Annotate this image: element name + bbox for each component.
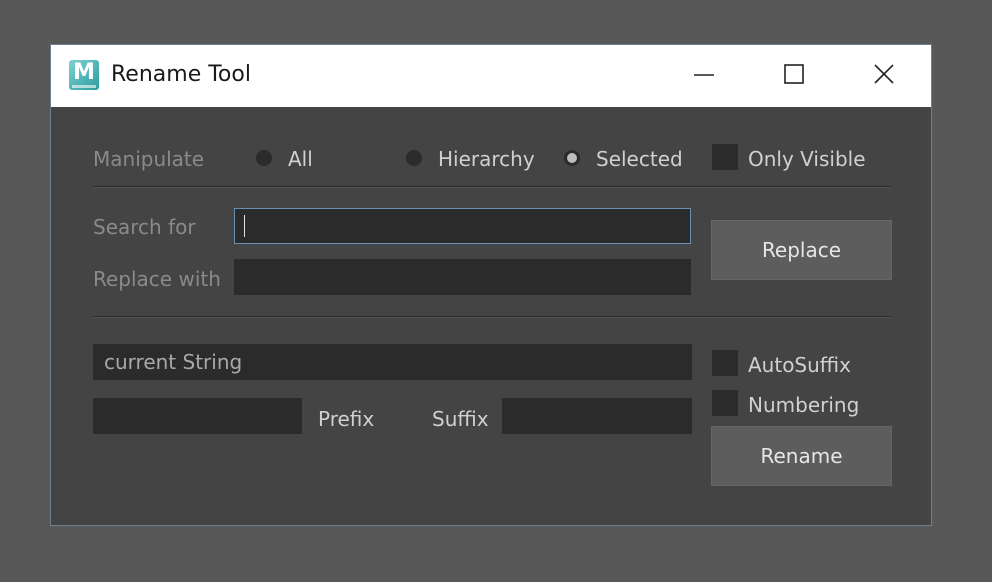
radio-selected-label[interactable]: Selected xyxy=(596,147,683,171)
divider-top xyxy=(93,186,891,188)
radio-all[interactable] xyxy=(256,150,272,166)
radio-hierarchy[interactable] xyxy=(406,150,422,166)
prefix-label: Prefix xyxy=(318,407,375,431)
tool-content: Manipulate All Hierarchy Selected Only V… xyxy=(51,107,931,525)
radio-all-label[interactable]: All xyxy=(288,147,313,171)
manipulate-label: Manipulate xyxy=(93,147,205,171)
radio-hierarchy-label[interactable]: Hierarchy xyxy=(438,147,535,171)
only-visible-checkbox[interactable] xyxy=(712,144,738,170)
autosuffix-checkbox[interactable] xyxy=(712,350,738,376)
suffix-input[interactable] xyxy=(502,398,692,434)
autosuffix-label[interactable]: AutoSuffix xyxy=(748,353,851,377)
numbering-checkbox[interactable] xyxy=(712,390,738,416)
rename-tool-window: M Rename Tool Manipulate All Hierarchy S… xyxy=(50,44,932,526)
text-caret xyxy=(244,215,245,237)
current-string-input[interactable]: current String xyxy=(93,344,692,380)
replace-input[interactable] xyxy=(234,259,691,295)
app-icon-underline xyxy=(72,85,96,88)
maya-app-icon: M xyxy=(69,60,99,90)
radio-selected[interactable] xyxy=(564,150,580,166)
only-visible-label[interactable]: Only Visible xyxy=(748,147,866,171)
search-for-label: Search for xyxy=(93,215,196,239)
maximize-button[interactable] xyxy=(771,45,817,107)
search-input[interactable] xyxy=(234,208,691,244)
window-title: Rename Tool xyxy=(111,62,251,87)
app-icon-letter: M xyxy=(73,60,95,85)
replace-button[interactable]: Replace xyxy=(711,220,892,280)
minimize-icon xyxy=(694,74,714,76)
minimize-button[interactable] xyxy=(681,45,727,107)
suffix-label: Suffix xyxy=(432,407,489,431)
replace-with-label: Replace with xyxy=(93,267,221,291)
prefix-input[interactable] xyxy=(93,398,302,434)
divider-bottom xyxy=(93,316,891,318)
numbering-label[interactable]: Numbering xyxy=(748,393,859,417)
title-bar[interactable]: M Rename Tool xyxy=(51,45,931,107)
close-icon xyxy=(874,64,894,84)
maximize-icon xyxy=(784,64,804,84)
close-button[interactable] xyxy=(861,45,907,107)
rename-button[interactable]: Rename xyxy=(711,426,892,486)
